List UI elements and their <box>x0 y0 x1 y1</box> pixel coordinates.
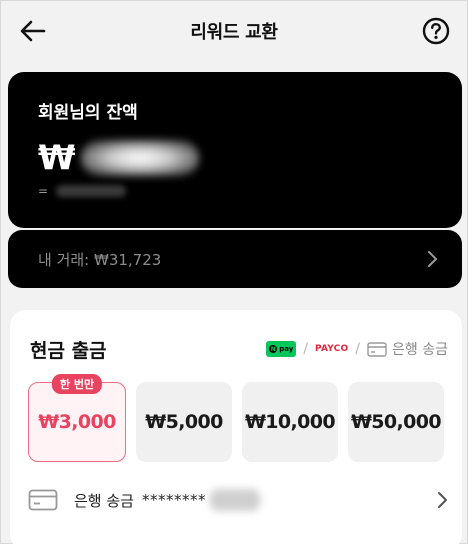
top-bar: 리워드 교환 <box>0 0 468 62</box>
amount-option-10000[interactable]: ₩10,000 <box>242 382 338 462</box>
card-icon <box>28 489 58 511</box>
arrow-left-icon <box>20 20 46 42</box>
amount-options: 한 번만 ₩3,000 ₩5,000 ₩10,000 ₩50,000 <box>28 374 444 462</box>
card-icon <box>367 341 387 357</box>
cash-out-title: 현금 출금 <box>30 340 107 362</box>
equals-sign: = <box>38 184 49 198</box>
amount-option-3000[interactable]: 한 번만 ₩3,000 <box>28 374 126 462</box>
balance-conversion: = <box>38 184 127 198</box>
amount-option-50000[interactable]: ₩50,000 <box>348 382 444 462</box>
back-button[interactable] <box>16 14 50 48</box>
blurred-balance-value <box>80 140 199 176</box>
balance-label: 회원님의 잔액 <box>38 103 138 123</box>
balance-amount: ₩ <box>38 134 199 182</box>
payout-methods: N pay / PAYCO / 은행 송금 <box>266 338 448 360</box>
blurred-conversion-value <box>56 185 127 197</box>
separator: / <box>355 341 361 357</box>
blurred-account-tail <box>209 489 260 511</box>
page-title: 리워드 교환 <box>190 22 278 43</box>
question-circle-icon <box>422 17 450 45</box>
bank-transfer-method: 은행 송금 <box>367 339 448 359</box>
payco-logo: PAYCO <box>314 344 349 354</box>
chevron-right-icon <box>436 491 448 509</box>
npay-logo: N pay <box>266 341 297 357</box>
separator: / <box>303 341 308 357</box>
account-number-masked: ******** <box>141 491 206 509</box>
once-only-badge: 한 번만 <box>51 374 103 394</box>
bank-transfer-row[interactable]: 은행 송금 ******** <box>28 480 448 520</box>
chevron-right-icon <box>426 250 438 268</box>
cash-out-section: 현금 출금 N pay / PAYCO / 은행 송금 한 번만 ₩3,000 … <box>10 310 462 544</box>
bank-transfer-label: 은행 송금 <box>74 491 134 510</box>
amount-option-5000[interactable]: ₩5,000 <box>136 382 232 462</box>
transactions-label: 내 거래: ₩31,723 <box>38 250 162 269</box>
balance-card: 회원님의 잔액 ₩ = <box>8 72 462 228</box>
my-transactions-row[interactable]: 내 거래: ₩31,723 <box>8 230 462 288</box>
currency-symbol: ₩ <box>38 138 76 178</box>
help-button[interactable] <box>420 15 452 47</box>
